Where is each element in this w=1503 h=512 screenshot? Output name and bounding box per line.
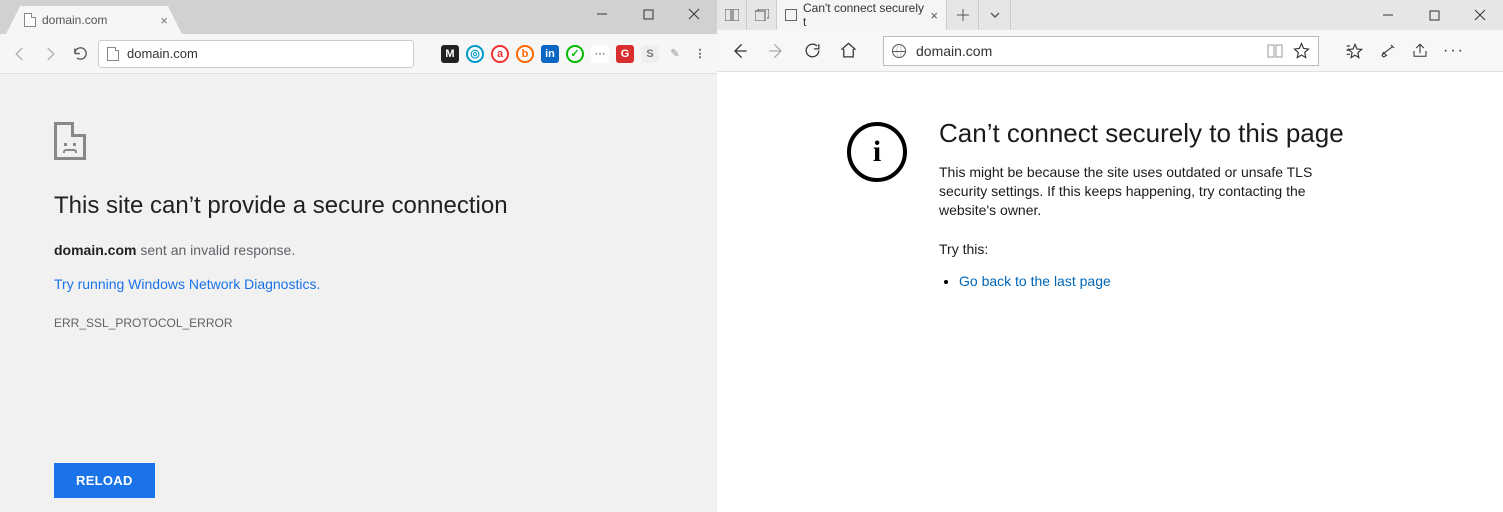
chrome-tab[interactable]: domain.com × bbox=[6, 6, 182, 34]
chrome-tabstrip: domain.com × bbox=[0, 0, 717, 34]
edge-tab-title: Can't connect securely t bbox=[803, 1, 930, 29]
extension-icon[interactable]: ⋯ bbox=[591, 45, 609, 63]
chrome-address-bar[interactable]: domain.com bbox=[98, 40, 414, 68]
extension-icon[interactable]: G bbox=[616, 45, 634, 63]
edge-tab[interactable]: Can't connect securely t × bbox=[777, 0, 947, 30]
chrome-error-code: ERR_SSL_PROTOCOL_ERROR bbox=[54, 316, 717, 330]
edge-tab-actions-left bbox=[717, 0, 777, 30]
chrome-error-page: This site can’t provide a secure connect… bbox=[0, 74, 717, 330]
chrome-error-heading: This site can’t provide a secure connect… bbox=[54, 192, 717, 220]
favorites-hub-icon[interactable] bbox=[1345, 42, 1365, 60]
reload-button[interactable]: RELOAD bbox=[54, 463, 155, 498]
edge-window: Can't connect securely t × domain.com bbox=[717, 0, 1503, 512]
go-back-link[interactable]: Go back to the last page bbox=[959, 273, 1111, 289]
new-tab-button[interactable] bbox=[947, 0, 979, 30]
chrome-menu-icon[interactable]: ⋮ bbox=[691, 45, 709, 63]
forward-button[interactable] bbox=[38, 42, 62, 66]
edge-address-bar[interactable]: domain.com bbox=[883, 36, 1319, 66]
diagnostics-link[interactable]: Try running Windows Network Diagnostics. bbox=[54, 276, 320, 292]
show-tab-previews-icon[interactable] bbox=[747, 0, 777, 30]
share-icon[interactable] bbox=[1411, 42, 1429, 60]
edge-window-controls bbox=[1365, 0, 1503, 30]
edge-address-text: domain.com bbox=[916, 43, 992, 59]
extension-icon[interactable]: ✎ bbox=[666, 45, 684, 63]
globe-icon bbox=[892, 44, 906, 58]
edge-suggestions-list: Go back to the last page bbox=[939, 273, 1359, 291]
extension-icon[interactable]: M bbox=[441, 45, 459, 63]
close-window-button[interactable] bbox=[671, 0, 717, 28]
chrome-error-domain: domain.com bbox=[54, 242, 136, 258]
edge-tab-actions-right bbox=[947, 0, 1011, 30]
minimize-button[interactable] bbox=[579, 0, 625, 28]
close-tab-icon[interactable]: × bbox=[930, 8, 938, 23]
chrome-toolbar: domain.com M ◎ a b in ✓ ⋯ G S ✎ ⋮ bbox=[0, 34, 717, 74]
maximize-button[interactable] bbox=[625, 0, 671, 28]
close-tab-icon[interactable]: × bbox=[160, 13, 168, 28]
forward-button[interactable] bbox=[763, 38, 789, 64]
close-window-button[interactable] bbox=[1457, 0, 1503, 30]
refresh-button[interactable] bbox=[799, 38, 825, 64]
favorite-star-icon[interactable] bbox=[1293, 42, 1310, 59]
edge-error-body: This might be because the site uses outd… bbox=[939, 163, 1359, 220]
extension-icon[interactable]: b bbox=[516, 45, 534, 63]
chrome-tab-title: domain.com bbox=[42, 13, 107, 27]
edge-try-label: Try this: bbox=[939, 240, 1359, 259]
extension-icon[interactable]: ✓ bbox=[566, 45, 584, 63]
edge-toolbar: domain.com ··· bbox=[717, 30, 1503, 72]
extension-icon[interactable]: S bbox=[641, 45, 659, 63]
info-icon: i bbox=[847, 122, 907, 182]
extension-icon[interactable]: in bbox=[541, 45, 559, 63]
address-bar-actions bbox=[1267, 42, 1310, 59]
extension-icon[interactable]: a bbox=[491, 45, 509, 63]
set-aside-tabs-icon[interactable] bbox=[717, 0, 747, 30]
page-icon bbox=[785, 9, 797, 21]
chrome-address-text: domain.com bbox=[127, 46, 198, 61]
edge-suggestion-item: Go back to the last page bbox=[959, 273, 1359, 291]
back-button[interactable] bbox=[727, 38, 753, 64]
tab-chevron-icon[interactable] bbox=[979, 0, 1011, 30]
chrome-error-message: domain.com sent an invalid response. bbox=[54, 242, 717, 258]
edge-toolbar-right: ··· bbox=[1345, 42, 1465, 60]
home-button[interactable] bbox=[835, 38, 861, 64]
back-button[interactable] bbox=[8, 42, 32, 66]
settings-more-icon[interactable]: ··· bbox=[1443, 42, 1465, 60]
extension-row: M ◎ a b in ✓ ⋯ G S ✎ ⋮ bbox=[441, 45, 709, 63]
maximize-button[interactable] bbox=[1411, 0, 1457, 30]
notes-icon[interactable] bbox=[1379, 42, 1397, 60]
minimize-button[interactable] bbox=[1365, 0, 1411, 30]
chrome-window-controls bbox=[579, 0, 717, 34]
site-info-icon[interactable] bbox=[107, 47, 119, 61]
reload-icon[interactable] bbox=[68, 42, 92, 66]
chrome-error-suffix: sent an invalid response. bbox=[136, 242, 295, 258]
page-icon bbox=[24, 13, 36, 27]
edge-error-heading: Can’t connect securely to this page bbox=[939, 118, 1359, 149]
chrome-window: domain.com × domain.com M ◎ a b in ✓ ⋯ G… bbox=[0, 0, 717, 512]
edge-titlebar: Can't connect securely t × bbox=[717, 0, 1503, 30]
sad-page-icon bbox=[54, 122, 86, 160]
reading-view-icon[interactable] bbox=[1267, 44, 1283, 58]
extension-icon[interactable]: ◎ bbox=[466, 45, 484, 63]
edge-error-page: i Can’t connect securely to this page Th… bbox=[717, 72, 1503, 291]
edge-error-text: Can’t connect securely to this page This… bbox=[939, 118, 1359, 291]
